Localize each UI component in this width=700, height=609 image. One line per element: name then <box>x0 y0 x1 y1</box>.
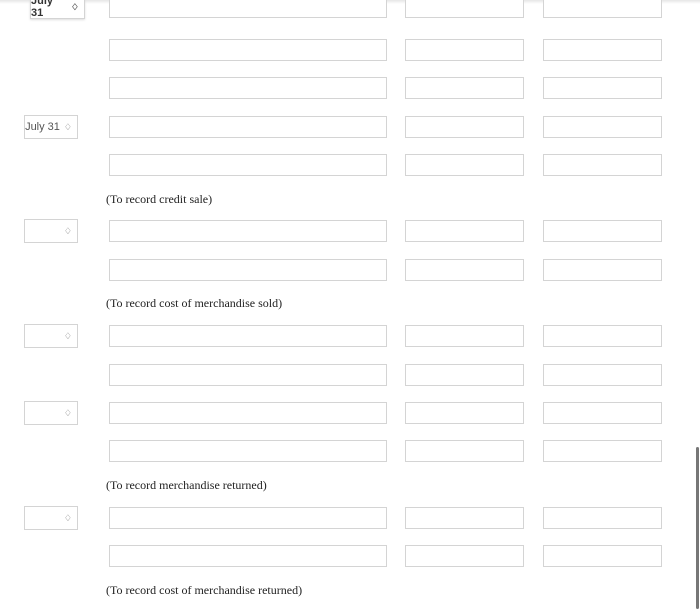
credit-field[interactable] <box>543 0 662 18</box>
up-down-chevron-icon: ♢ <box>63 121 72 132</box>
credit-field[interactable] <box>543 325 662 347</box>
entry-note: (To record cost of merchandise sold) <box>106 296 283 310</box>
date-select[interactable]: ♢ <box>24 324 78 348</box>
credit-field[interactable] <box>543 154 662 176</box>
date-select-value: July 31 <box>25 121 60 133</box>
entry-note: (To record cost of merchandise returned) <box>106 583 303 597</box>
debit-field[interactable] <box>405 545 524 567</box>
debit-field[interactable] <box>405 364 524 386</box>
debit-field[interactable] <box>405 77 524 99</box>
account-field[interactable] <box>109 545 387 567</box>
debit-field[interactable] <box>405 154 524 176</box>
account-field[interactable] <box>109 364 387 386</box>
debit-field[interactable] <box>405 402 524 424</box>
debit-field[interactable] <box>405 440 524 462</box>
credit-field[interactable] <box>543 364 662 386</box>
account-field[interactable] <box>109 220 387 242</box>
credit-field[interactable] <box>543 116 662 138</box>
credit-field[interactable] <box>543 220 662 242</box>
date-select[interactable]: ♢ <box>24 401 78 425</box>
credit-field[interactable] <box>543 39 662 61</box>
entry-note: (To record credit sale) <box>106 192 213 206</box>
debit-field[interactable] <box>405 325 524 347</box>
date-select-value: July 31 <box>31 0 54 19</box>
credit-field[interactable] <box>543 259 662 281</box>
entry-note: (To record merchandise returned) <box>106 478 267 492</box>
credit-field[interactable] <box>543 440 662 462</box>
date-select[interactable]: July 31 ♢ <box>30 0 85 19</box>
account-field[interactable] <box>109 325 387 347</box>
debit-field[interactable] <box>405 0 524 18</box>
date-select[interactable]: ♢ <box>24 219 78 243</box>
account-field[interactable] <box>109 154 387 176</box>
account-field[interactable] <box>109 116 387 138</box>
up-down-chevron-icon: ♢ <box>63 407 72 418</box>
scrollbar[interactable] <box>696 447 699 609</box>
credit-field[interactable] <box>543 77 662 99</box>
date-select[interactable]: July 31 ♢ <box>24 115 78 139</box>
credit-field[interactable] <box>543 402 662 424</box>
account-field[interactable] <box>109 77 387 99</box>
account-field[interactable] <box>109 440 387 462</box>
account-field[interactable] <box>109 507 387 529</box>
account-field[interactable] <box>109 0 387 18</box>
date-select[interactable]: ♢ <box>24 506 78 530</box>
credit-field[interactable] <box>543 545 662 567</box>
account-field[interactable] <box>109 402 387 424</box>
credit-field[interactable] <box>543 507 662 529</box>
up-down-chevron-icon: ♢ <box>63 330 72 341</box>
debit-field[interactable] <box>405 220 524 242</box>
account-field[interactable] <box>109 39 387 61</box>
debit-field[interactable] <box>405 39 524 61</box>
up-down-chevron-icon: ♢ <box>63 225 72 236</box>
debit-field[interactable] <box>405 507 524 529</box>
up-down-chevron-icon: ♢ <box>63 512 72 523</box>
account-field[interactable] <box>109 259 387 281</box>
debit-field[interactable] <box>405 259 524 281</box>
up-down-chevron-icon: ♢ <box>70 1 79 12</box>
debit-field[interactable] <box>405 116 524 138</box>
